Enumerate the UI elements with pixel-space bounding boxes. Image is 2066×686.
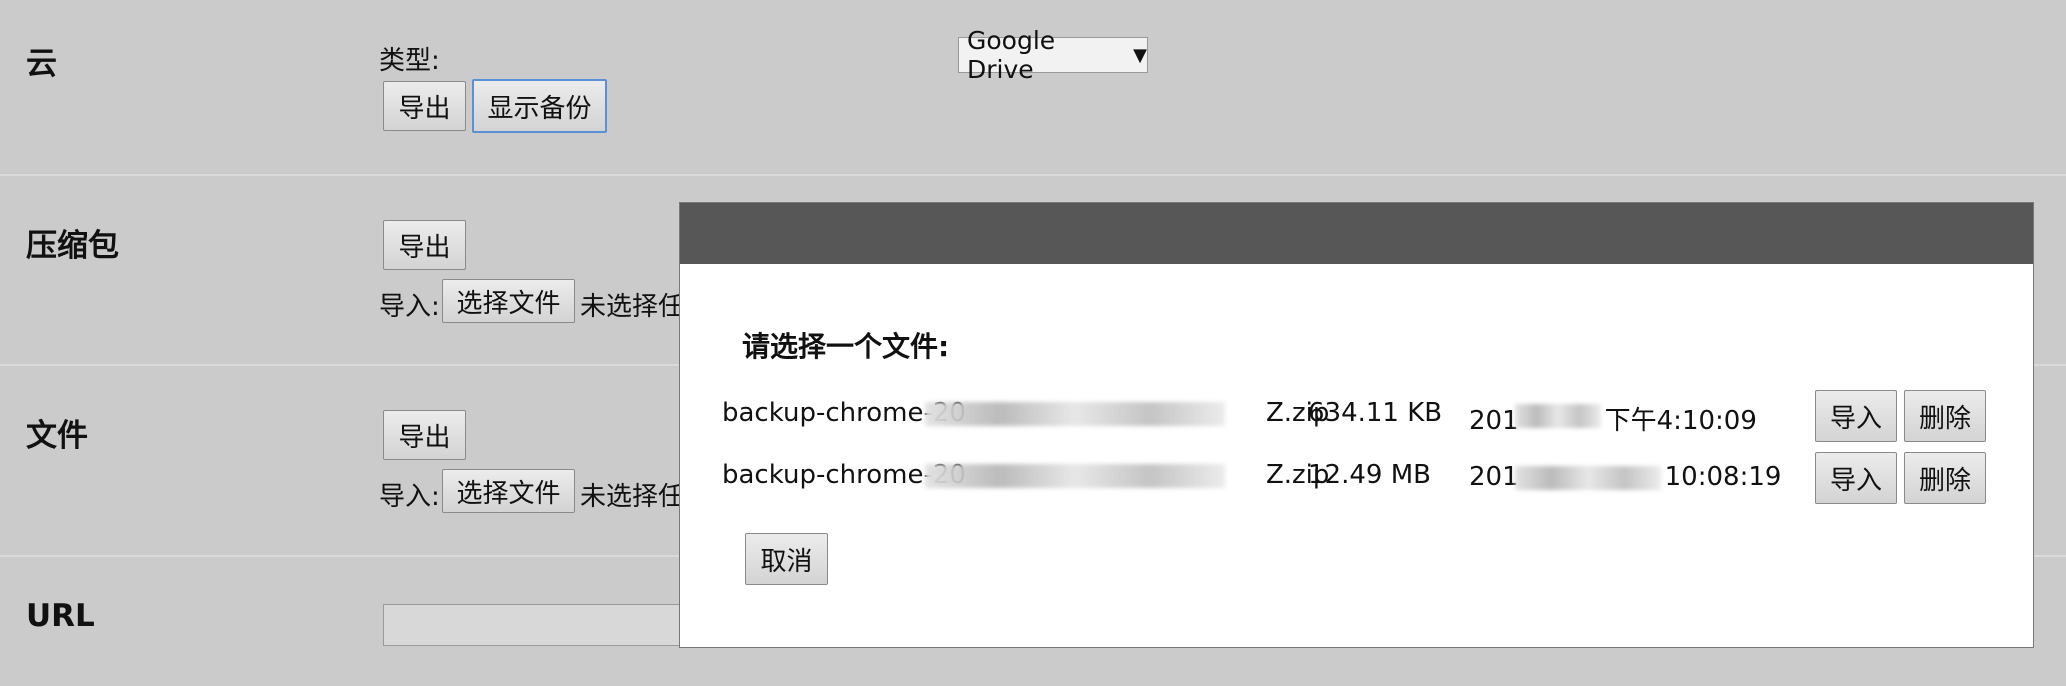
- archive-choose-file-button[interactable]: 选择文件: [442, 279, 575, 323]
- file-date-end: 下午4:10:09: [1604, 406, 1757, 436]
- files-no-file-text: 未选择任: [580, 482, 685, 512]
- backup-select-dialog: 请选择一个文件: backup-chrome-20 Z.zip 634.11 KB…: [679, 202, 2034, 648]
- cancel-button[interactable]: 取消: [745, 533, 828, 585]
- archive-no-file-text: 未选择任: [580, 292, 685, 322]
- file-date-start: 201: [1469, 462, 1519, 492]
- cloud-type-label: 类型:: [379, 46, 440, 76]
- cloud-provider-select[interactable]: Google Drive ▼: [958, 26, 1148, 84]
- files-choose-file-button[interactable]: 选择文件: [442, 469, 575, 513]
- file-date-end: 10:08:19: [1664, 462, 1782, 492]
- cloud-title: 云: [26, 46, 57, 82]
- dialog-header: [680, 203, 2033, 264]
- dialog-title: 请选择一个文件:: [742, 330, 950, 363]
- import-backup-button[interactable]: 导入: [1815, 390, 1897, 442]
- redaction-blur: [1515, 404, 1601, 428]
- dropdown-arrow-icon: ▼: [1133, 44, 1147, 66]
- url-title: URL: [26, 598, 95, 634]
- backup-file-size: 12.49 MB: [1308, 460, 1431, 490]
- files-import-label: 导入:: [379, 482, 440, 512]
- delete-backup-button[interactable]: 删除: [1904, 390, 1986, 442]
- backup-file-row: backup-chrome-20 Z.zip 634.11 KB 201 下午4:1…: [680, 388, 2033, 448]
- redaction-blur: [1515, 466, 1661, 490]
- section-divider: [0, 174, 2066, 176]
- backup-file-row: backup-chrome-20 Z.zip 12.49 MB 201 10:08:…: [680, 450, 2033, 510]
- backup-file-date: 201 下午4:10:09: [1469, 400, 1757, 437]
- archive-title: 压缩包: [26, 228, 119, 264]
- files-export-button[interactable]: 导出: [383, 410, 466, 460]
- cloud-export-button[interactable]: 导出: [383, 81, 466, 131]
- show-backups-button[interactable]: 显示备份: [472, 79, 607, 133]
- redaction-blur: [925, 464, 1225, 488]
- file-date-start: 201: [1469, 406, 1519, 436]
- import-backup-button[interactable]: 导入: [1815, 452, 1897, 504]
- archive-export-button[interactable]: 导出: [383, 220, 466, 270]
- archive-import-label: 导入:: [379, 292, 440, 322]
- backup-file-size: 634.11 KB: [1308, 398, 1443, 428]
- delete-backup-button[interactable]: 删除: [1904, 452, 1986, 504]
- files-title: 文件: [26, 418, 88, 454]
- redaction-blur: [925, 402, 1225, 426]
- cloud-provider-value: Google Drive: [967, 26, 1056, 84]
